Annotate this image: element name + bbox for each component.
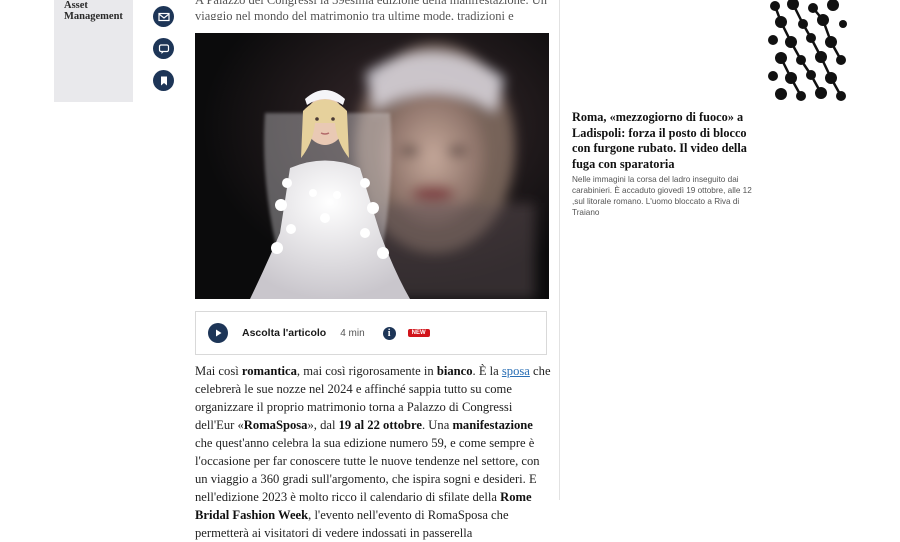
share-toolbar: [153, 6, 175, 102]
ad-line-2: Management: [64, 11, 123, 22]
hero-photo-bride[interactable]: [195, 33, 549, 299]
body-bold: RomaSposa: [243, 418, 308, 432]
body-text: », dal: [307, 418, 339, 432]
sposa-link[interactable]: sposa: [502, 364, 530, 378]
article-main: A Palazzo dei Congressi la 39esima edizi…: [195, 0, 551, 540]
body-text: . Una: [422, 418, 453, 432]
article-lead: A Palazzo dei Congressi la 39esima edizi…: [195, 0, 547, 20]
ad-line-1: Asset: [64, 0, 88, 11]
sidebar-news-title[interactable]: Roma, «mezzogiorno di fuoco» a Ladispoli…: [572, 110, 752, 172]
envelope-icon: [157, 12, 170, 21]
audio-player: Ascolta l'articolo 4 min i NEW: [195, 311, 547, 355]
bookmark-icon: [160, 76, 167, 85]
sidebar-news-item[interactable]: Roma, «mezzogiorno di fuoco» a Ladispoli…: [572, 110, 752, 218]
body-bold: romantica: [241, 364, 297, 378]
body-text: Mai così: [195, 364, 242, 378]
email-share-button[interactable]: [153, 6, 174, 27]
comment-button[interactable]: [153, 38, 174, 59]
pattern-illustration: [767, 0, 847, 102]
listen-article-label[interactable]: Ascolta l'articolo: [242, 327, 326, 339]
body-bold: bianco: [436, 364, 473, 378]
sidebar-news-summary: Nelle immagini la corsa del ladro insegu…: [572, 175, 752, 217]
body-text: . È la: [472, 364, 502, 378]
play-icon: [216, 329, 222, 337]
article-body: Mai così romantica, mai così rigorosamen…: [195, 362, 551, 542]
bookmark-button[interactable]: [153, 70, 174, 91]
body-text: , mai così rigorosamente in: [296, 364, 437, 378]
audio-duration: 4 min: [340, 327, 365, 339]
body-bold: 19 al 22 ottobre: [338, 418, 422, 432]
bride-photo-illustration: [195, 33, 549, 299]
column-divider: [559, 0, 560, 500]
sidebar-image-pattern[interactable]: [767, 0, 847, 102]
play-button[interactable]: [208, 323, 228, 343]
info-icon[interactable]: i: [382, 326, 396, 340]
chat-bubble-icon: [158, 43, 169, 54]
body-text: che quest'anno celebra la sua edizione n…: [195, 436, 540, 504]
new-badge: NEW: [407, 329, 430, 337]
sponsor-ad-text: Asset Management: [64, 0, 123, 22]
body-bold: manifestazione: [452, 418, 533, 432]
sponsor-ad-box[interactable]: Asset Management: [54, 0, 133, 102]
